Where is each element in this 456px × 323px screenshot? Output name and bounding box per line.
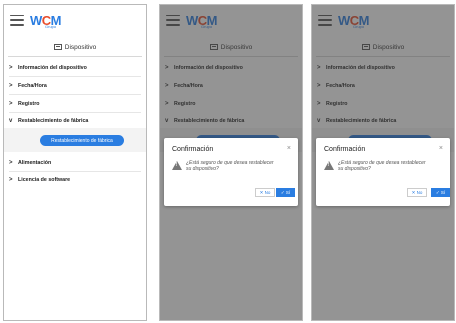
menu-item-power[interactable]: > Alimentación — [9, 156, 141, 170]
chevron-right-icon: > — [9, 101, 13, 107]
close-icon[interactable]: × — [287, 145, 291, 152]
yes-button[interactable]: ✓ Sí — [276, 188, 295, 197]
app-header: WCM Grupo — [4, 5, 146, 35]
screen-menu: WCM Grupo Dispositivo > Información del … — [3, 4, 147, 321]
divider — [9, 112, 141, 113]
no-button[interactable]: ✕ No — [255, 188, 275, 197]
page-title: Dispositivo — [4, 41, 146, 53]
dialog-message: ¿Está seguro de que desea restablecer su… — [186, 160, 274, 172]
wcm-logo: WCM Grupo — [30, 12, 62, 29]
menu-item-factory-reset[interactable]: v Restablecimiento de fábrica — [9, 114, 141, 128]
yes-button[interactable]: ✓ Sí — [431, 188, 450, 197]
dialog-title: Confirmación — [172, 146, 214, 153]
chevron-right-icon: > — [9, 83, 13, 89]
close-icon[interactable]: × — [439, 145, 443, 152]
chevron-right-icon: > — [9, 65, 13, 71]
divider — [9, 94, 141, 95]
chevron-right-icon: > — [9, 160, 13, 166]
confirm-dialog: Confirmación × ! ¿Está seguro de que des… — [316, 138, 450, 206]
chevron-down-icon: v — [9, 118, 13, 124]
chevron-right-icon: > — [9, 177, 13, 183]
menu-item-device-info[interactable]: > Información del dispositivo — [9, 61, 141, 75]
factory-reset-button[interactable]: Restablecimiento de fábrica — [40, 135, 124, 146]
factory-reset-panel: Restablecimiento de fábrica — [4, 128, 146, 152]
no-button[interactable]: ✕ No — [407, 188, 427, 197]
menu-item-software-license[interactable]: > Licencia de software — [9, 173, 141, 187]
divider — [8, 56, 142, 57]
divider — [9, 76, 141, 77]
screen-confirm-dialog: WCM Grupo Dispositivo > Información del … — [311, 4, 455, 321]
confirm-dialog: Confirmación × ! ¿Está seguro de que des… — [164, 138, 298, 206]
menu-item-date-time[interactable]: > Fecha/Hora — [9, 79, 141, 93]
screen-confirm-dialog: WCM Grupo Dispositivo > Información del … — [159, 4, 303, 321]
hamburger-menu-icon[interactable] — [10, 14, 24, 26]
dialog-message: ¿Está seguro de que desea restablecer su… — [338, 160, 426, 172]
warning-icon-mark: ! — [175, 162, 178, 168]
divider — [9, 171, 141, 172]
menu-item-log[interactable]: > Registro — [9, 97, 141, 111]
warning-icon-mark: ! — [327, 162, 330, 168]
device-icon — [53, 44, 62, 50]
dialog-title: Confirmación — [324, 146, 366, 153]
